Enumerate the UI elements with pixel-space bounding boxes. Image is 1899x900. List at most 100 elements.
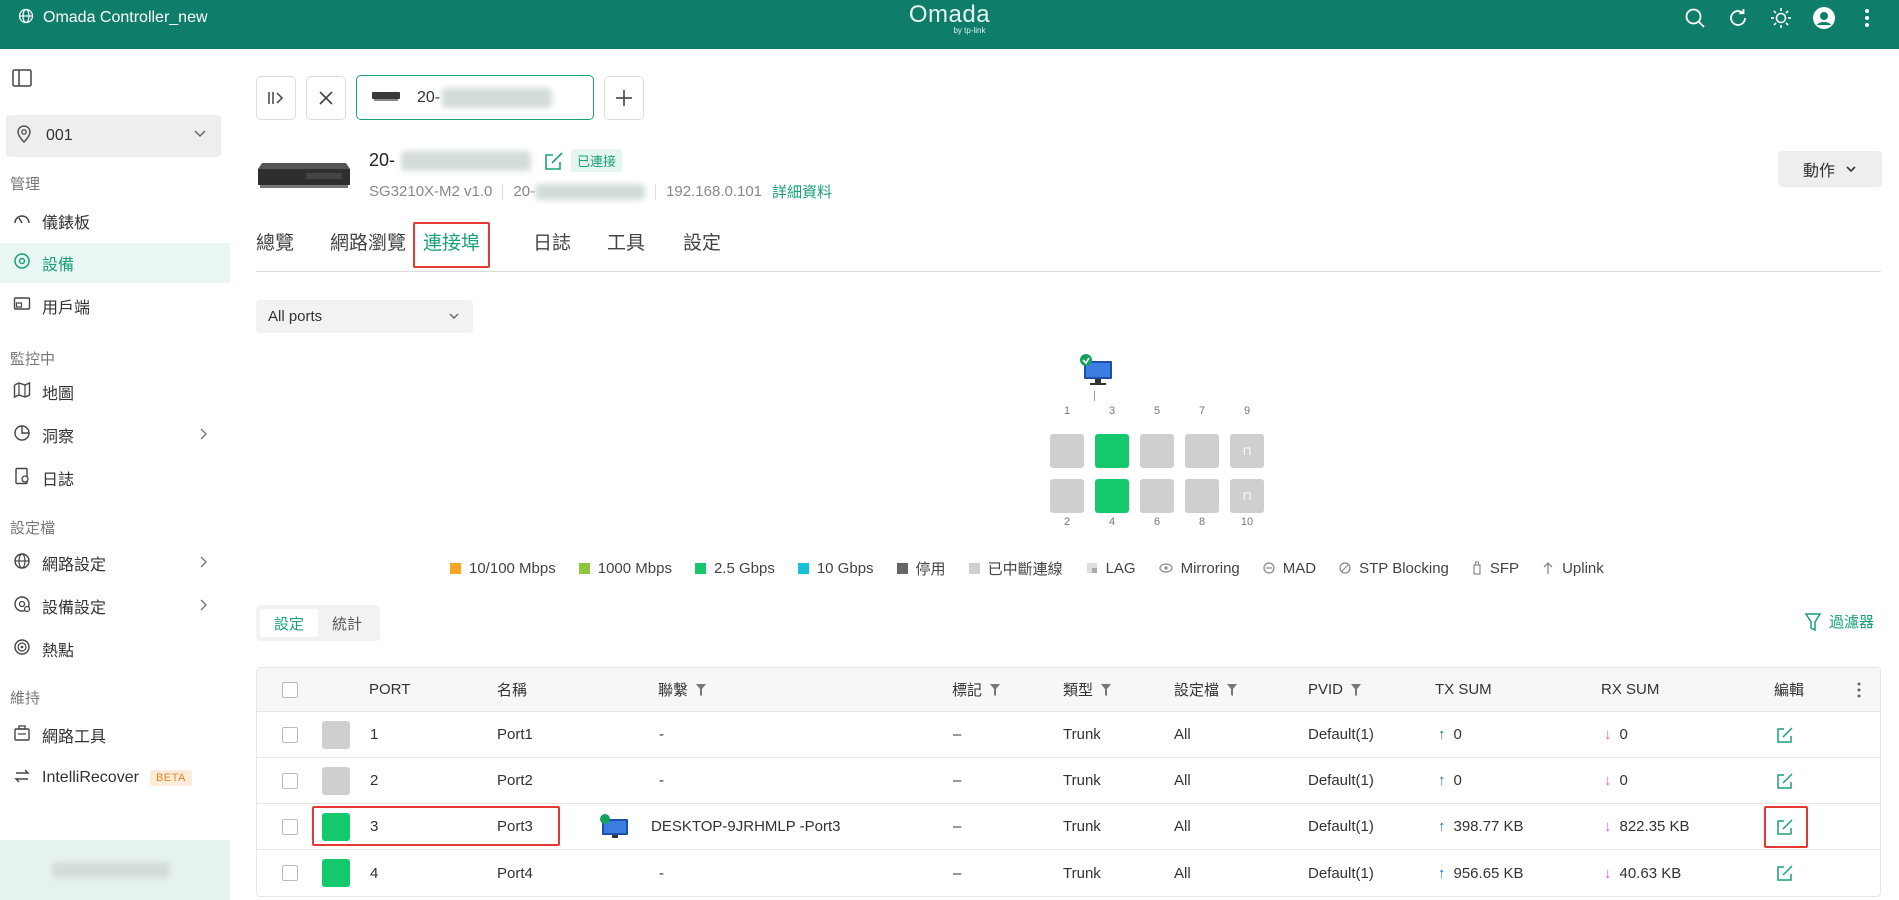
switch-icon [371, 89, 401, 107]
site-selector[interactable]: 001 [6, 115, 221, 157]
sidebar-item-clients[interactable]: 用戶端 [0, 286, 230, 326]
cell-rx: ↓ 40.63 KB [1604, 864, 1682, 882]
port-5[interactable] [1140, 434, 1174, 468]
port-number: 6 [1153, 516, 1161, 528]
port-number: 9 [1243, 405, 1251, 417]
port-6[interactable] [1140, 479, 1174, 513]
more-icon[interactable] [1855, 6, 1879, 30]
port-number: 4 [1108, 516, 1116, 528]
sidebar-item-dashboard[interactable]: 儀錶板 [0, 201, 230, 241]
row-checkbox[interactable] [282, 758, 298, 803]
details-link[interactable]: 詳細資料 [772, 181, 832, 202]
port-3[interactable] [1095, 434, 1129, 468]
filter-icon[interactable] [990, 683, 1001, 696]
add-tab-button[interactable] [604, 76, 644, 120]
row-checkbox[interactable] [282, 712, 298, 757]
legend-disabled: 停用 [896, 558, 946, 579]
cell-rx: ↓ 0 [1604, 726, 1628, 743]
cell-name: Port2 [497, 772, 533, 789]
sidebar-collapse-icon[interactable] [12, 69, 32, 91]
port-1[interactable] [1050, 434, 1084, 468]
device-mac: 20- [513, 183, 536, 200]
section-monitor: 監控中 [10, 351, 56, 368]
device-model: SG3210X-M2 v1.0 [369, 183, 493, 200]
sidebar-item-insight[interactable]: 洞察 [0, 415, 230, 455]
search-icon[interactable] [1683, 6, 1707, 30]
highlight-box [1764, 806, 1808, 848]
col-profile: 設定檔 [1174, 668, 1238, 711]
cell-link[interactable]: DESKTOP-9JRHMLP -Port3 [651, 804, 841, 849]
beta-badge: BETA [149, 770, 192, 786]
select-all-checkbox[interactable] [282, 668, 298, 711]
tab-overview[interactable]: 總覽 [256, 222, 294, 268]
filter-icon[interactable] [1227, 683, 1238, 696]
port-2[interactable] [1050, 479, 1084, 513]
port-9[interactable]: ⊓ [1230, 434, 1264, 468]
toggle-stats[interactable]: 統計 [318, 609, 376, 637]
edit-icon[interactable] [1776, 712, 1794, 757]
tab-tools[interactable]: 工具 [607, 222, 645, 268]
action-button[interactable]: 動作 [1778, 151, 1882, 187]
sidebar-item-intellirecover[interactable]: IntelliRecover BETA [0, 758, 230, 798]
sidebar-item-device-settings[interactable]: 設備設定 [0, 586, 230, 626]
device-tab[interactable]: 20- [356, 75, 594, 120]
col-tx: TX SUM [1435, 681, 1492, 698]
tab-settings[interactable]: 設定 [683, 222, 721, 268]
cell-port: 4 [370, 864, 379, 882]
table-row: 1 Port1 - – Trunk All Default(1) ↑ 0 ↓ 0 [257, 712, 1880, 758]
ports-filter-select[interactable]: All ports [256, 300, 473, 333]
theme-icon[interactable] [1769, 6, 1793, 30]
mirroring-icon [1158, 563, 1173, 573]
tab-network-browse[interactable]: 網路瀏覽 [330, 222, 406, 268]
device-image [256, 159, 350, 197]
column-menu-icon[interactable] [1857, 668, 1861, 711]
site-name: 001 [46, 127, 73, 144]
port-legend: 10/100 Mbps 1000 Mbps 2.5 Gbps 10 Gbps 停… [450, 556, 1604, 580]
legend-uplink: Uplink [1542, 560, 1604, 577]
cell-link: - [659, 772, 664, 789]
port-8[interactable] [1185, 479, 1219, 513]
section-manage: 管理 [10, 176, 41, 193]
filter-icon[interactable] [1101, 683, 1112, 696]
blurred-device-id [442, 87, 553, 108]
sidebar: 001 管理 儀錶板 設備 用戶端 監控中 地圖 洞察 日誌 設定檔 網路設定 … [0, 49, 230, 900]
sidebar-item-map[interactable]: 地圖 [0, 372, 230, 412]
refresh-icon[interactable] [1726, 6, 1750, 30]
sfp-icon [1473, 561, 1481, 575]
cell-name: Port4 [497, 864, 533, 882]
sidebar-item-network-tools[interactable]: 網路工具 [0, 715, 230, 755]
avatar[interactable] [1812, 6, 1836, 30]
edit-icon[interactable] [1776, 758, 1794, 803]
filter-button[interactable]: 過濾器 [1805, 611, 1874, 632]
edit-icon[interactable] [1776, 850, 1794, 896]
port-7[interactable] [1185, 434, 1219, 468]
row-checkbox[interactable] [282, 804, 298, 849]
row-checkbox[interactable] [282, 850, 298, 896]
client-monitor-icon [598, 804, 630, 849]
blurred-account [52, 862, 170, 878]
toggle-settings[interactable]: 設定 [260, 609, 318, 637]
port-number: 5 [1153, 405, 1161, 417]
tab-logs[interactable]: 日誌 [533, 222, 571, 268]
filter-icon[interactable] [1351, 683, 1362, 696]
monitor-icon[interactable] [1078, 353, 1114, 391]
port-4[interactable] [1095, 479, 1129, 513]
omada-logo: Omada by tp-link [908, 1, 991, 35]
blurred-device-name [401, 150, 532, 171]
port-10[interactable]: ⊓ [1230, 479, 1264, 513]
sidebar-item-network-settings[interactable]: 網路設定 [0, 543, 230, 583]
filter-icon[interactable] [696, 683, 707, 696]
table-row: 2 Port2 - – Trunk All Default(1) ↑ 0 ↓ 0 [257, 758, 1880, 804]
sidebar-footer [0, 840, 230, 900]
sidebar-item-devices[interactable]: 設備 [0, 243, 230, 283]
tab-ports[interactable]: 連接埠 [413, 222, 491, 268]
device-settings-icon [13, 595, 31, 618]
edit-name-icon[interactable] [543, 150, 565, 172]
stp-icon [1339, 562, 1351, 574]
sidebar-item-hotspot[interactable]: 熱點 [0, 629, 230, 669]
cell-pvid: Default(1) [1308, 864, 1374, 882]
expand-panel-button[interactable] [256, 76, 296, 120]
sidebar-item-log[interactable]: 日誌 [0, 458, 230, 498]
close-tab-button[interactable] [306, 76, 346, 120]
clients-icon [13, 295, 31, 318]
